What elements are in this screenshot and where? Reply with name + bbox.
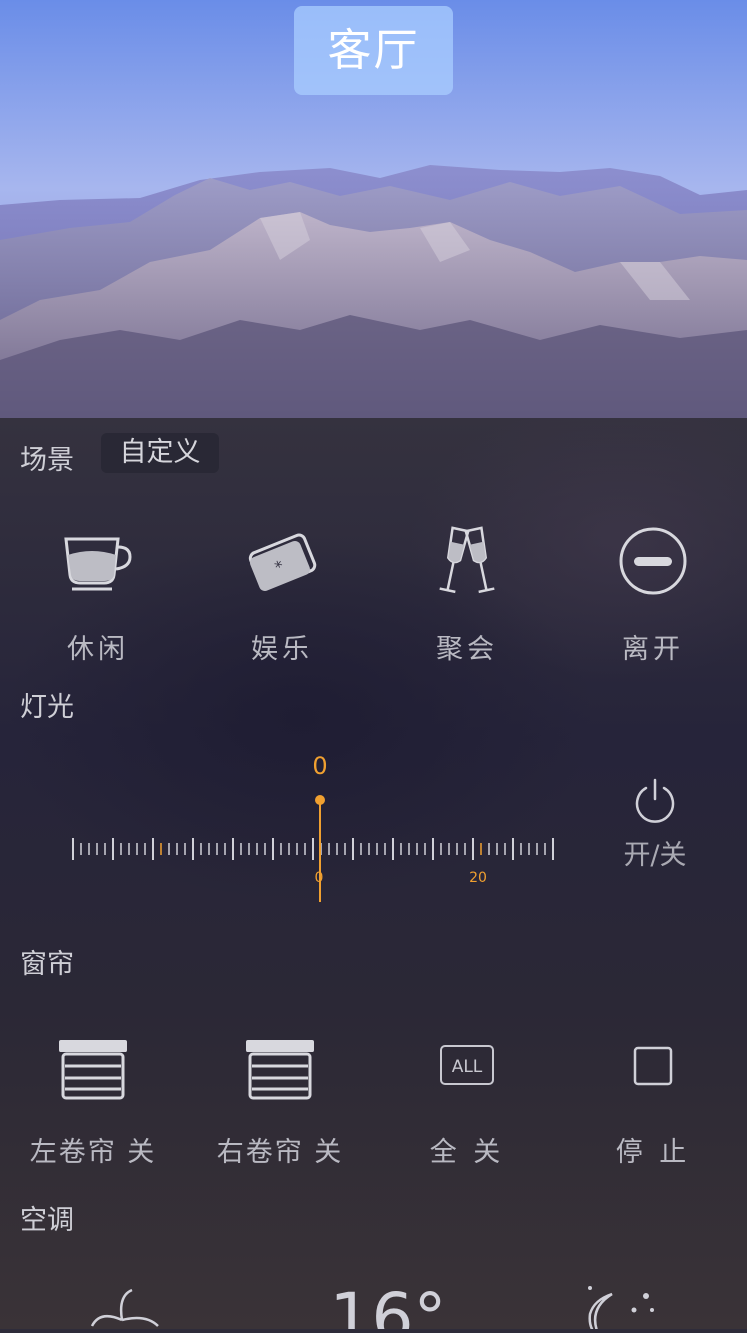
scene-party-label: 聚会 bbox=[436, 634, 498, 665]
curtain-section-label: 窗帘 bbox=[20, 949, 74, 980]
roller-blind-icon bbox=[246, 1040, 314, 1100]
stop-label: 停 止 bbox=[615, 1137, 691, 1168]
room-title[interactable]: 客厅 bbox=[294, 6, 453, 95]
ruler-label-0: 0 bbox=[315, 870, 324, 886]
scene-leisure-button[interactable]: 休闲 bbox=[5, 525, 191, 665]
power-icon bbox=[635, 778, 675, 823]
light-power-button[interactable]: 开/关 bbox=[600, 775, 710, 872]
roller-blind-icon bbox=[59, 1040, 127, 1100]
ac-icons: 16° bbox=[90, 1279, 654, 1333]
all-close-button[interactable]: ALL 全 关 bbox=[374, 1036, 560, 1168]
scene-away-button[interactable]: 离开 bbox=[560, 525, 746, 665]
fan-icon[interactable] bbox=[90, 1288, 159, 1327]
all-close-label: 全 关 bbox=[429, 1137, 505, 1168]
ac-controls-row: 16° bbox=[0, 1279, 747, 1333]
brightness-ruler[interactable]: 0 0 20 bbox=[60, 745, 580, 905]
scene-leisure-label: 休闲 bbox=[67, 634, 129, 665]
brightness-indicator-knob[interactable] bbox=[315, 795, 325, 805]
minus-circle-icon bbox=[619, 527, 687, 595]
light-section-label: 灯光 bbox=[20, 692, 74, 723]
room-banner: 客厅 bbox=[0, 0, 747, 418]
left-blind-close-label: 左卷帘 关 bbox=[29, 1137, 157, 1168]
champagne-glasses-icon bbox=[439, 526, 495, 594]
left-blind-close-button[interactable]: 左卷帘 关 bbox=[0, 1036, 186, 1168]
ticket-icon: * bbox=[248, 533, 317, 591]
coffee-cup-icon bbox=[64, 537, 132, 591]
ruler-label-20: 20 bbox=[469, 870, 487, 886]
scene-entertainment-button[interactable]: * 娱乐 bbox=[189, 525, 375, 665]
stop-square-icon bbox=[633, 1046, 673, 1086]
all-icon: ALL bbox=[440, 1045, 494, 1085]
stop-button[interactable]: 停 止 bbox=[560, 1036, 746, 1168]
custom-scene-button[interactable]: 自定义 bbox=[101, 433, 219, 473]
moon-stars-icon[interactable] bbox=[588, 1286, 654, 1333]
svg-text:ALL: ALL bbox=[452, 1057, 483, 1077]
scene-section-label: 场景 bbox=[20, 445, 74, 476]
scene-away-label: 离开 bbox=[622, 634, 684, 665]
light-power-label: 开/关 bbox=[623, 840, 687, 871]
brightness-value: 0 bbox=[312, 752, 327, 780]
ac-temperature: 16° bbox=[330, 1280, 447, 1329]
scene-party-button[interactable]: 聚会 bbox=[374, 525, 560, 665]
right-blind-close-label: 右卷帘 关 bbox=[216, 1137, 344, 1168]
ac-section-label: 空调 bbox=[20, 1205, 74, 1236]
scene-entertainment-label: 娱乐 bbox=[251, 634, 313, 665]
right-blind-close-button[interactable]: 右卷帘 关 bbox=[187, 1036, 373, 1168]
